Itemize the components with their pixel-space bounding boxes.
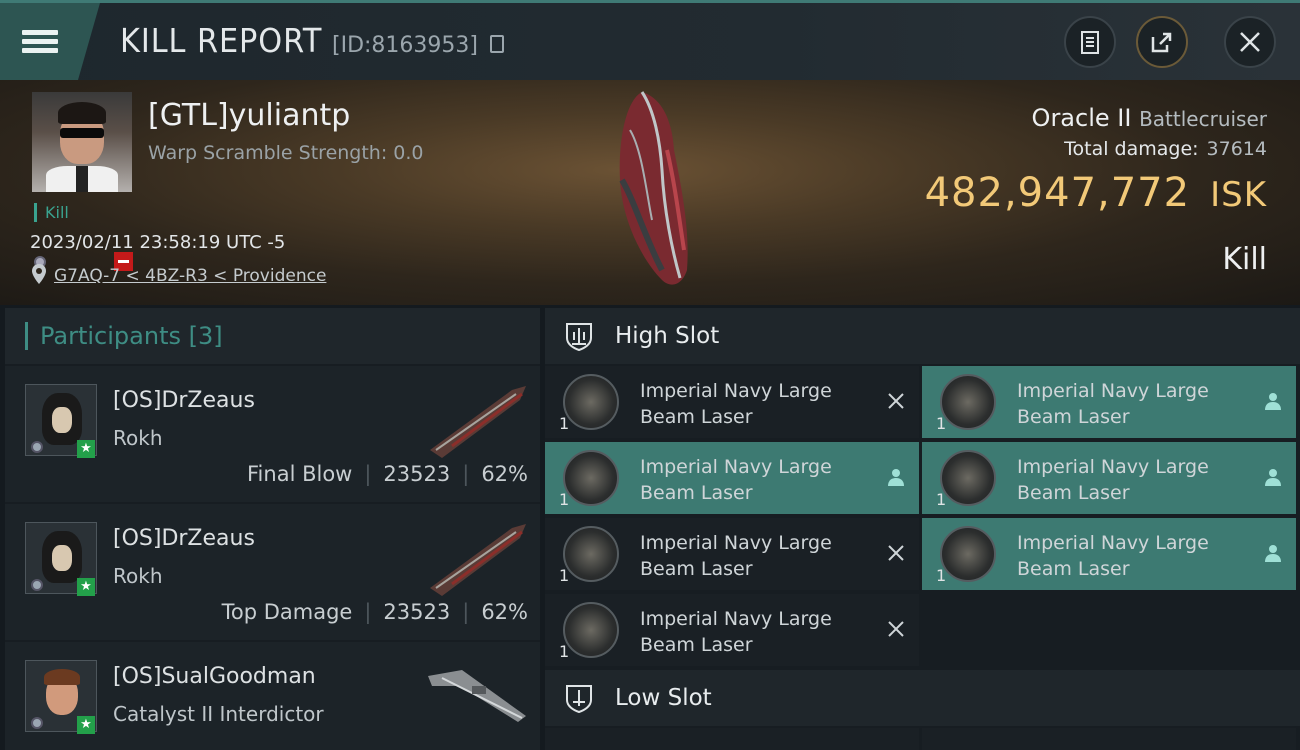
module-name: Imperial Navy Large Beam Laser [1017,532,1209,580]
destroyed-icon [888,393,904,409]
star-icon: ★ [77,440,95,458]
kill-tag: Kill [34,203,69,222]
person-icon [1265,545,1281,562]
participant-stats: Final Blow | 23523 | 62% [247,462,528,486]
corporation-badge [31,717,43,729]
beam-laser-icon [563,602,619,658]
participant-name: [OS]DrZeaus [113,388,255,413]
kill-timestamp: 2023/02/11 23:58:19 UTC -5 [30,232,286,253]
participant-stats: Top Damage | 23523 | 62% [221,600,528,624]
module-slot[interactable]: 1 Imperial Navy Large Beam Laser [545,366,919,438]
destroyed-icon [888,545,904,561]
participants-panel: Participants [3] ★ [OS]DrZeaus Rokh Fina… [5,308,540,750]
module-name: Imperial Navy Large Beam Laser [640,608,832,656]
participant-name: [OS]DrZeaus [113,526,255,551]
participant-row[interactable]: ★ [OS]DrZeaus Rokh Final Blow | 23523 | 62% [5,366,540,502]
beam-laser-icon [563,526,619,582]
location-pin-icon [32,264,46,284]
high-slot-icon [566,323,592,352]
kill-report-screen: KILL REPORT [ID:8163953] [GTL]yuliantp W… [0,0,1300,750]
module-slot[interactable]: 1 Imperial Navy Large Beam Laser [545,518,919,590]
victim-ship: Oracle II Battlecruiser [1031,104,1267,132]
share-icon [1151,32,1172,53]
menu-button[interactable] [0,3,100,80]
report-id: [ID:8163953] [332,33,478,58]
destroyed-icon [888,621,904,637]
copy-icon[interactable] [490,35,504,53]
participant-row[interactable]: ★ [OS]DrZeaus Rokh Top Damage | 23523 | 62% [5,504,540,640]
isk-value: 482,947,772 ISK [924,170,1267,216]
module-name: Imperial Navy Large Beam Laser [1017,380,1209,428]
beam-laser-icon [563,374,619,430]
clipboard-button[interactable] [1064,16,1116,68]
clipboard-icon [1081,31,1099,54]
module-name: Imperial Navy Large Beam Laser [640,456,832,504]
page-title: KILL REPORT [120,21,323,60]
participant-name: [OS]SualGoodman [113,664,316,689]
location-link[interactable]: G7AQ-7 < 4BZ-R3 < Providence [54,266,326,286]
fitting-panel: High Slot 1 Imperial Navy Large Beam Lase… [545,308,1300,750]
header-bar: KILL REPORT [ID:8163953] [0,0,1300,80]
total-damage: Total damage: 37614 [1064,138,1267,160]
participant-ship: Rokh [113,564,163,588]
corporation-badge [31,579,43,591]
participant-ship-image [430,386,526,458]
low-slot-icon [566,685,592,714]
module-slot[interactable]: 1 Imperial Navy Large Beam Laser [922,366,1296,438]
person-icon [888,469,904,486]
module-slot[interactable]: 1 Imperial Navy Large Beam Laser [545,442,919,514]
beam-laser-icon [940,526,996,582]
beam-laser-icon [940,374,996,430]
module-name: Imperial Navy Large Beam Laser [640,532,832,580]
participant-ship-image [428,670,526,722]
module-slot[interactable]: 1 Imperial Navy Large Beam Laser [545,594,919,666]
person-icon [1265,393,1281,410]
victim-portrait[interactable] [32,92,132,192]
corporation-badge [31,441,43,453]
module-slot[interactable]: 1 Imperial Navy Large Beam Laser [922,442,1296,514]
person-icon [1265,469,1281,486]
module-name: Imperial Navy Large Beam Laser [1017,456,1209,504]
close-icon [1240,32,1260,52]
share-button[interactable] [1136,16,1188,68]
module-slot[interactable]: 1 Imperial Navy Large Beam Laser [922,518,1296,590]
star-icon: ★ [77,716,95,734]
participant-ship: Rokh [113,426,163,450]
victim-name[interactable]: [GTL]yuliantp [148,98,350,133]
victim-ship-image[interactable] [612,90,702,290]
participant-ship: Catalyst II Interdictor [113,702,324,726]
low-slot-header: Low Slot [545,670,1300,726]
victim-banner: [GTL]yuliantp Warp Scramble Strength: 0.… [0,80,1300,305]
hamburger-icon [22,26,58,57]
report-type: Kill [1222,242,1267,277]
module-name: Imperial Navy Large Beam Laser [640,380,832,428]
beam-laser-icon [940,450,996,506]
star-icon: ★ [77,578,95,596]
participant-ship-image [430,524,526,596]
warp-scramble-strength: Warp Scramble Strength: 0.0 [148,142,424,164]
high-slot-header: High Slot [545,308,1300,364]
participant-row[interactable]: ★ [OS]SualGoodman Catalyst II Interdicto… [5,642,540,750]
module-slot[interactable] [545,728,919,750]
module-slot[interactable] [922,728,1296,750]
beam-laser-icon [563,450,619,506]
participants-header: Participants [3] [5,308,540,364]
close-button[interactable] [1224,16,1276,68]
